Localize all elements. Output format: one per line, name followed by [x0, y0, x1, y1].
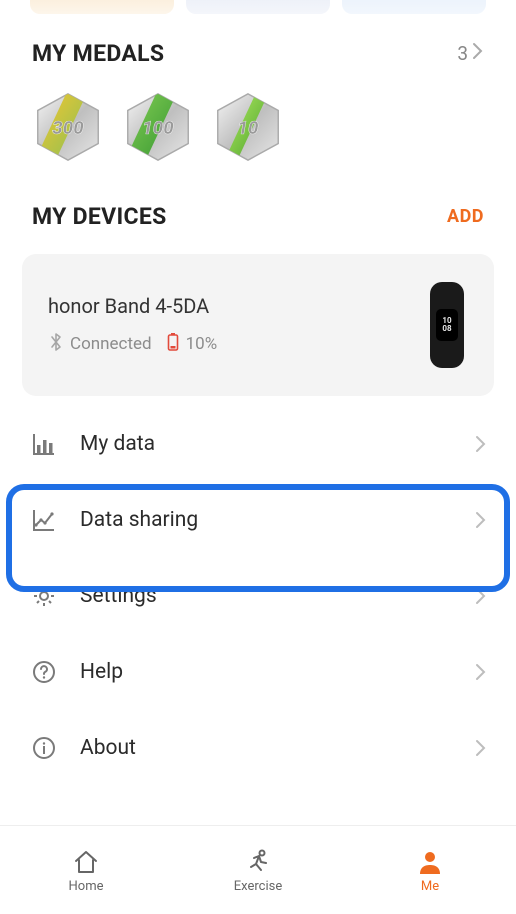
chevron-right-icon: [474, 586, 486, 606]
nav-label: Home: [69, 879, 104, 894]
bar-chart-icon: [30, 430, 58, 458]
person-icon: [415, 847, 445, 877]
nav-home[interactable]: Home: [0, 826, 172, 914]
nav-me[interactable]: Me: [344, 826, 516, 914]
nav-label: Exercise: [234, 879, 282, 894]
top-card: [186, 0, 330, 14]
menu-label: Data sharing: [80, 508, 452, 532]
bluetooth-status: Connected: [48, 332, 152, 357]
add-device-button[interactable]: ADD: [447, 206, 484, 227]
medal-value: 10: [238, 117, 259, 139]
device-image: 10 08: [426, 280, 468, 370]
medal-item[interactable]: 300: [32, 91, 104, 163]
menu-item-help[interactable]: Help: [0, 634, 516, 710]
chevron-right-icon: [474, 510, 486, 530]
device-name: honor Band 4-5DA: [48, 294, 217, 318]
bluetooth-icon: [48, 332, 64, 357]
menu-item-settings[interactable]: Settings: [0, 558, 516, 634]
top-card: [30, 0, 174, 14]
medal-value: 300: [52, 117, 84, 139]
chevron-right-icon: [474, 662, 486, 682]
medals-count: 3: [457, 42, 468, 65]
chevron-right-icon: [474, 434, 486, 454]
medals-title: MY MEDALS: [32, 40, 164, 67]
info-icon: [30, 734, 58, 762]
line-chart-icon: [30, 506, 58, 534]
medal-item[interactable]: 10: [212, 91, 284, 163]
medals-header[interactable]: MY MEDALS 3: [0, 40, 516, 67]
running-icon: [243, 847, 273, 877]
menu-label: Help: [80, 660, 452, 684]
menu-item-about[interactable]: About: [0, 710, 516, 786]
chevron-right-icon: [472, 42, 484, 65]
menu-label: My data: [80, 432, 452, 456]
medals-more[interactable]: 3: [457, 42, 484, 65]
devices-header: MY DEVICES ADD: [0, 203, 516, 230]
chevron-right-icon: [474, 738, 486, 758]
nav-label: Me: [421, 879, 439, 894]
device-card[interactable]: honor Band 4-5DA Connected 10%: [22, 254, 494, 396]
home-icon: [71, 847, 101, 877]
top-card: [342, 0, 486, 14]
nav-exercise[interactable]: Exercise: [172, 826, 344, 914]
medal-item[interactable]: 100: [122, 91, 194, 163]
battery-percent: 10%: [186, 334, 218, 354]
bluetooth-status-text: Connected: [70, 334, 152, 354]
medals-row: 300 100: [0, 67, 516, 203]
menu-item-data-sharing[interactable]: Data sharing: [0, 482, 516, 558]
menu-label: Settings: [80, 584, 452, 608]
devices-title: MY DEVICES: [32, 203, 167, 230]
battery-status: 10%: [166, 332, 218, 357]
menu-label: About: [80, 736, 452, 760]
menu-item-my-data[interactable]: My data: [0, 406, 516, 482]
help-icon: [30, 658, 58, 686]
gear-icon: [30, 582, 58, 610]
top-cards-row: [0, 0, 516, 14]
bottom-nav: Home Exercise Me: [0, 825, 516, 914]
battery-low-icon: [166, 332, 180, 357]
medal-value: 100: [142, 117, 174, 139]
